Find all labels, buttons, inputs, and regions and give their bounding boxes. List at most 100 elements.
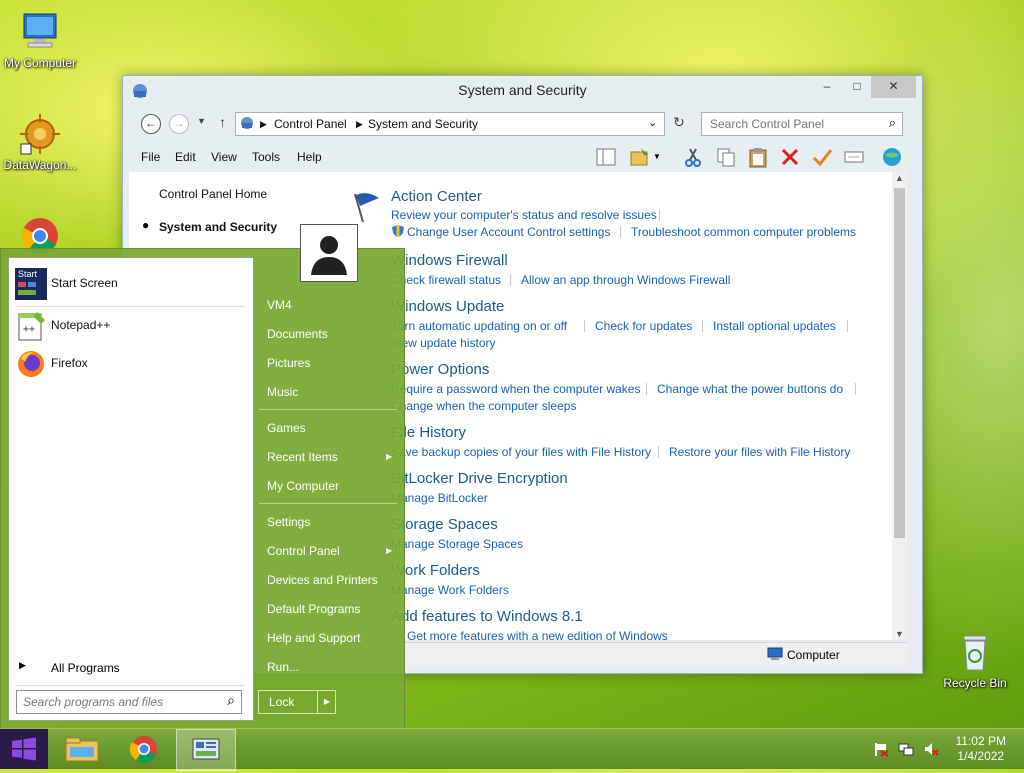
lock-button[interactable]: Lock ▶ <box>258 690 336 714</box>
nav-control-panel-home[interactable]: Control Panel Home <box>159 187 267 201</box>
menu-view[interactable]: View <box>211 150 237 164</box>
breadcrumb-control-panel[interactable]: Control Panel <box>274 117 347 131</box>
link-separator <box>658 446 659 458</box>
start-menu-run[interactable]: Run... <box>267 660 299 674</box>
link-review-status[interactable]: Review your computer's status and resolv… <box>391 208 657 222</box>
status-computer-icon <box>767 647 783 664</box>
start-menu-my-computer[interactable]: My Computer <box>267 479 339 493</box>
volume-muted-tray-icon[interactable] <box>923 741 939 760</box>
clock-time: 11:02 PM <box>955 734 1006 748</box>
back-button[interactable]: ← <box>141 114 161 134</box>
copy-icon[interactable] <box>715 146 737 168</box>
address-dropdown-icon[interactable]: ⌄ <box>648 116 657 129</box>
layout-icon[interactable] <box>595 146 617 168</box>
link-update-history[interactable]: View update history <box>391 336 496 350</box>
minimize-button[interactable]: – <box>813 76 841 98</box>
link-check-firewall[interactable]: Check firewall status <box>391 273 501 287</box>
start-menu-item-start-screen[interactable]: Start Start Screen <box>15 266 245 302</box>
start-menu-devices-and-printers[interactable]: Devices and Printers <box>267 573 378 587</box>
start-menu-control-panel[interactable]: Control Panel <box>267 544 340 558</box>
window-titlebar[interactable]: System and Security – □ ✕ <box>123 76 922 106</box>
delete-icon[interactable] <box>779 146 801 168</box>
refresh-icon[interactable]: ↻ <box>669 114 689 134</box>
address-bar[interactable]: ▶ Control Panel ▶ System and Security ⌄ <box>235 112 665 136</box>
close-button[interactable]: ✕ <box>871 76 916 98</box>
menu-tools[interactable]: Tools <box>252 150 280 164</box>
link-restore-files[interactable]: Restore your files with File History <box>669 445 850 459</box>
paste-icon[interactable] <box>747 146 769 168</box>
forward-button[interactable]: → <box>169 114 189 134</box>
scrollbar-thumb[interactable] <box>894 188 905 538</box>
nav-system-and-security[interactable]: System and Security <box>159 220 277 234</box>
start-menu-help-and-support[interactable]: Help and Support <box>267 631 360 645</box>
link-save-backup[interactable]: Save backup copies of your files with Fi… <box>391 445 651 459</box>
up-arrow-icon[interactable]: ↑ <box>219 114 226 130</box>
section-title-windows-firewall[interactable]: Windows Firewall <box>391 252 508 269</box>
network-tray-icon[interactable] <box>898 741 914 760</box>
start-button[interactable] <box>0 729 48 769</box>
menu-file[interactable]: File <box>141 150 160 164</box>
start-menu-all-programs[interactable]: ▶ All Programs <box>15 656 245 678</box>
start-menu-documents[interactable]: Documents <box>267 327 328 341</box>
start-menu-music[interactable]: Music <box>267 385 298 399</box>
folder-options-dropdown-icon[interactable]: ▼ <box>653 152 661 161</box>
start-screen-icon: Start <box>15 268 47 300</box>
breadcrumb-system-and-security[interactable]: System and Security <box>368 117 478 131</box>
link-auto-updating[interactable]: Turn automatic updating on or off <box>391 319 567 333</box>
action-center-flag-tray-icon[interactable] <box>873 741 889 760</box>
start-menu-search-input[interactable]: Search programs and files ⌕ <box>16 690 242 714</box>
scroll-up-arrow-icon[interactable]: ▲ <box>895 173 904 183</box>
folder-options-icon[interactable] <box>629 146 651 168</box>
globe-icon[interactable] <box>881 146 903 168</box>
taskbar-chrome[interactable] <box>118 729 170 769</box>
start-menu-default-programs[interactable]: Default Programs <box>267 602 360 616</box>
section-title-power-options[interactable]: Power Options <box>391 361 489 378</box>
rename-icon[interactable] <box>843 146 865 168</box>
start-menu-settings[interactable]: Settings <box>267 515 310 529</box>
desktop-icon-datawagon[interactable]: DataWagon... <box>0 112 80 172</box>
link-require-password[interactable]: Require a password when the computer wak… <box>391 382 640 396</box>
search-control-panel-input[interactable]: Search Control Panel ⌕ <box>701 112 903 136</box>
start-menu-item-firefox[interactable]: Firefox <box>15 346 245 382</box>
lock-options-arrow-icon[interactable]: ▶ <box>317 691 336 713</box>
maximize-button[interactable]: □ <box>843 76 871 98</box>
start-menu-pictures[interactable]: Pictures <box>267 356 310 370</box>
link-troubleshoot[interactable]: Troubleshoot common computer problems <box>631 225 856 239</box>
scroll-down-arrow-icon[interactable]: ▼ <box>895 629 904 639</box>
link-computer-sleeps[interactable]: Change when the computer sleeps <box>391 399 576 413</box>
taskbar-control-panel[interactable] <box>176 729 236 771</box>
properties-check-icon[interactable] <box>811 146 833 168</box>
desktop-icon-my-computer[interactable]: My Computer <box>0 10 80 70</box>
section-title-windows-update[interactable]: Windows Update <box>391 298 504 315</box>
link-check-updates[interactable]: Check for updates <box>595 319 692 333</box>
link-allow-app-firewall[interactable]: Allow an app through Windows Firewall <box>521 273 730 287</box>
start-menu-item-notepad-plus-plus[interactable]: ++ Notepad++ <box>15 308 245 344</box>
section-title-storage-spaces[interactable]: Storage Spaces <box>391 516 498 533</box>
link-manage-storage-spaces[interactable]: Manage Storage Spaces <box>391 537 523 551</box>
start-menu-recent-items[interactable]: Recent Items <box>267 450 338 464</box>
start-menu-vm4[interactable]: VM4 <box>267 298 292 312</box>
link-change-uac[interactable]: Change User Account Control settings <box>407 225 610 239</box>
vertical-scrollbar[interactable]: ▲ ▼ <box>892 172 907 640</box>
cut-icon[interactable] <box>682 146 704 168</box>
link-get-more-features[interactable]: Get more features with a new edition of … <box>407 629 668 640</box>
link-manage-bitlocker[interactable]: Manage BitLocker <box>391 491 488 505</box>
start-menu-games[interactable]: Games <box>267 421 306 435</box>
search-icon: ⌕ <box>888 115 896 130</box>
link-separator <box>584 320 585 332</box>
recent-pages-chevron-icon[interactable]: ▼ <box>197 116 206 126</box>
user-avatar[interactable] <box>301 225 357 281</box>
link-manage-work-folders[interactable]: Manage Work Folders <box>391 583 509 597</box>
link-power-buttons[interactable]: Change what the power buttons do <box>657 382 843 396</box>
section-title-action-center[interactable]: Action Center <box>391 188 482 205</box>
taskbar-clock[interactable]: 11:02 PM 1/4/2022 <box>956 734 1006 764</box>
section-title-add-features[interactable]: Add features to Windows 8.1 <box>391 608 583 625</box>
menu-edit[interactable]: Edit <box>175 150 196 164</box>
link-separator <box>510 274 511 286</box>
desktop-icon-recycle-bin[interactable]: Recycle Bin <box>935 630 1015 690</box>
link-optional-updates[interactable]: Install optional updates <box>713 319 836 333</box>
svg-text:++: ++ <box>23 324 35 335</box>
taskbar-file-explorer[interactable] <box>56 729 108 769</box>
section-title-bitlocker[interactable]: BitLocker Drive Encryption <box>391 470 568 487</box>
menu-help[interactable]: Help <box>297 150 322 164</box>
